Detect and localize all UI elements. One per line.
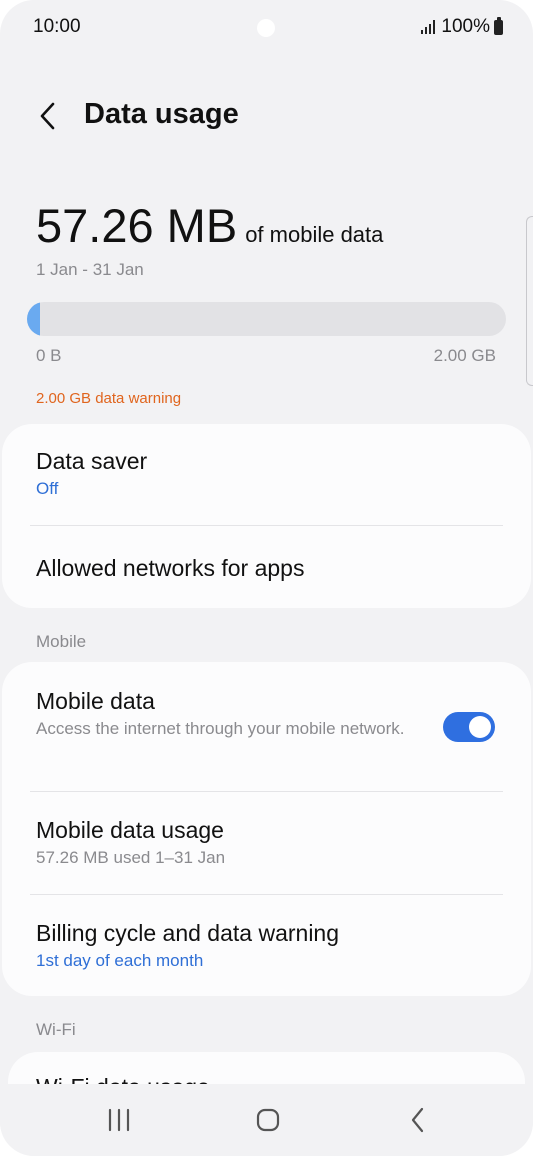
data-saver-value: Off — [36, 479, 59, 498]
data-saver-title: Data saver — [36, 448, 148, 474]
divider — [30, 791, 503, 792]
usage-period: 1 Jan - 31 Jan — [36, 260, 144, 279]
settings-card-mobile: Mobile data Access the internet through … — [2, 662, 531, 996]
billing-cycle-value: 1st day of each month — [36, 951, 204, 970]
allowed-networks-title: Allowed networks for apps — [36, 555, 305, 581]
header: Data usage — [0, 88, 533, 144]
allowed-networks-item[interactable]: Allowed networks for apps — [36, 553, 503, 583]
nav-back-button[interactable] — [394, 1102, 442, 1138]
usage-amount: 57.26 MB of mobile data — [36, 198, 383, 253]
home-button[interactable] — [244, 1102, 292, 1138]
usage-progress-fill — [27, 302, 41, 336]
mobile-data-title: Mobile data — [36, 688, 155, 714]
battery-icon — [494, 16, 503, 35]
camera-cutout — [257, 19, 275, 37]
toggle-knob — [469, 716, 491, 738]
mobile-data-toggle[interactable] — [443, 712, 495, 742]
usage-value: 57.26 MB — [36, 199, 238, 252]
back-icon — [411, 1107, 424, 1133]
range-min-label: 0 B — [36, 346, 62, 365]
recent-apps-button[interactable] — [95, 1102, 143, 1138]
mobile-data-description: Access the internet through your mobile … — [36, 719, 405, 738]
data-saver-item[interactable]: Data saver Off — [36, 446, 503, 502]
usage-suffix: of mobile data — [245, 222, 384, 247]
settings-card-general: Data saver Off Allowed networks for apps — [2, 424, 531, 608]
mobile-data-usage-item[interactable]: Mobile data usage 57.26 MB used 1–31 Jan — [36, 815, 503, 871]
billing-cycle-title: Billing cycle and data warning — [36, 920, 340, 946]
navigation-bar — [0, 1084, 533, 1156]
screen: 10:00 100% Data usage 57.26 MB of mobile… — [0, 0, 533, 1156]
usage-progress-bar — [27, 302, 506, 336]
page-title: Data usage — [84, 98, 239, 130]
status-bar: 10:00 100% — [0, 0, 533, 56]
mobile-data-item[interactable]: Mobile data Access the internet through … — [36, 686, 421, 742]
billing-cycle-item[interactable]: Billing cycle and data warning 1st day o… — [36, 918, 503, 974]
section-label-wifi: Wi-Fi — [36, 1020, 76, 1039]
divider — [30, 894, 503, 895]
scrollbar[interactable] — [526, 216, 533, 386]
status-right: 100% — [421, 16, 503, 38]
home-icon — [256, 1108, 280, 1132]
section-label-mobile: Mobile — [36, 632, 87, 651]
signal-icon — [421, 20, 437, 34]
battery-percentage: 100% — [441, 16, 490, 37]
data-warning-label: 2.00 GB data warning — [36, 390, 182, 407]
chevron-left-icon — [40, 102, 55, 130]
mobile-data-usage-title: Mobile data usage — [36, 817, 224, 843]
status-time: 10:00 — [33, 16, 81, 37]
range-max-label: 2.00 GB — [433, 346, 496, 365]
mobile-data-usage-subtitle: 57.26 MB used 1–31 Jan — [36, 848, 226, 867]
back-button[interactable] — [26, 94, 70, 138]
recent-apps-icon — [108, 1108, 130, 1132]
divider — [30, 525, 503, 526]
